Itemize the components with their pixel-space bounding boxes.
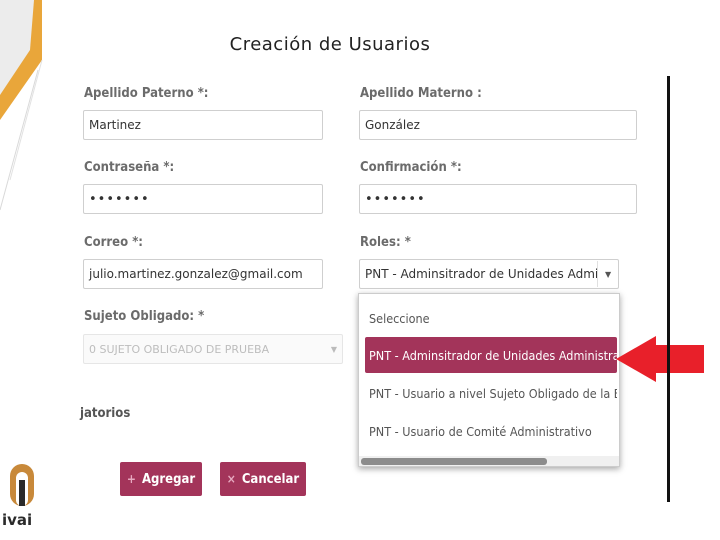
roles-select[interactable]: PNT - Adminsitrador de Unidades Admi ▼ — [359, 259, 619, 289]
close-icon: × — [226, 472, 236, 486]
apellido-materno-label: Apellido Materno : — [360, 86, 482, 101]
plus-icon: + — [126, 472, 136, 486]
contrasena-input[interactable]: ••••••• — [83, 184, 323, 214]
apellido-paterno-label: Apellido Paterno *: — [84, 86, 209, 101]
cancelar-button[interactable]: × Cancelar — [220, 462, 306, 496]
roles-select-value: PNT - Adminsitrador de Unidades Admi — [365, 267, 598, 281]
section-heading-fragment: jatorios — [80, 406, 131, 421]
correo-label: Correo *: — [84, 235, 143, 250]
dropdown-option-seleccione[interactable]: Seleccione — [365, 300, 617, 336]
cancelar-button-label: Cancelar — [241, 471, 300, 487]
chevron-down-icon[interactable]: ▼ — [597, 261, 618, 287]
chevron-down-icon: ▼ — [330, 344, 337, 354]
correo-input[interactable]: julio.martinez.gonzalez@gmail.com — [83, 259, 323, 289]
apellido-paterno-input[interactable]: Martinez — [83, 110, 323, 140]
agregar-button[interactable]: + Agregar — [120, 462, 202, 496]
scrollbar-thumb[interactable] — [361, 458, 547, 465]
sujeto-obligado-select[interactable]: 0 SUJETO OBLIGADO DE PRUEBA ▼ — [83, 334, 343, 364]
confirmacion-label: Confirmación *: — [360, 160, 462, 175]
apellido-materno-input[interactable]: González — [359, 110, 637, 140]
sujeto-obligado-value: 0 SUJETO OBLIGADO DE PRUEBA — [89, 342, 270, 356]
confirmacion-input[interactable]: ••••••• — [359, 184, 637, 214]
dropdown-option-sujeto-obligado[interactable]: PNT - Usuario a nivel Sujeto Obligado de… — [365, 375, 617, 411]
ivai-logo: ivai — [2, 460, 42, 538]
decorative-corner — [0, 0, 43, 211]
red-arrow-icon — [616, 336, 704, 382]
page-title: Creación de Usuarios — [229, 34, 431, 55]
ivai-logo-mark — [10, 464, 34, 506]
vertical-divider — [667, 76, 670, 502]
dropdown-horizontal-scrollbar[interactable] — [359, 456, 619, 466]
ivai-logo-text: ivai — [2, 511, 33, 529]
agregar-button-label: Agregar — [141, 471, 196, 487]
roles-dropdown-list: Seleccione PNT - Adminsitrador de Unidad… — [358, 293, 620, 467]
dropdown-option-comite[interactable]: PNT - Usuario de Comité Administrativo — [365, 413, 617, 449]
dropdown-option-selected[interactable]: PNT - Adminsitrador de Unidades Administ… — [365, 337, 617, 373]
sujeto-obligado-label: Sujeto Obligado: * — [84, 309, 205, 324]
contrasena-label: Contraseña *: — [84, 160, 175, 175]
roles-label: Roles: * — [360, 235, 411, 250]
